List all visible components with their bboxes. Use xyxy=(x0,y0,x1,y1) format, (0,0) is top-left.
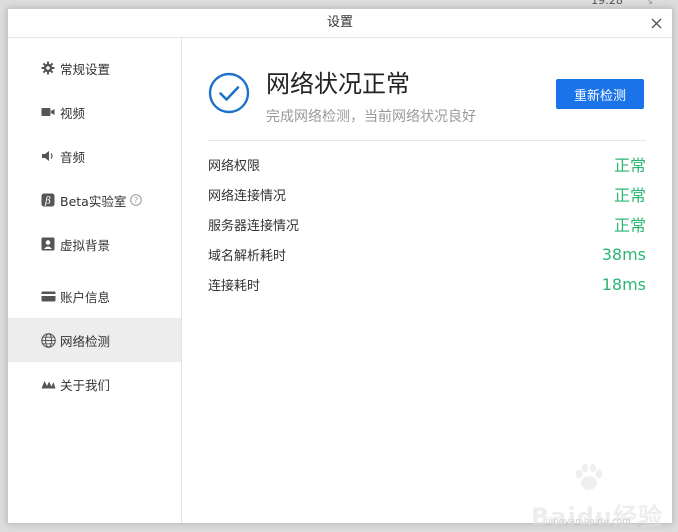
sidebar-item-label: 常规设置 xyxy=(60,61,111,77)
result-row-network-connection: 网络连接情况 正常 xyxy=(208,179,646,209)
sidebar-item-label: 视频 xyxy=(60,105,86,121)
svg-text:β: β xyxy=(44,196,51,207)
sidebar-item-label: 网络检测 xyxy=(60,333,111,349)
result-row-server-connection: 服务器连接情况 正常 xyxy=(208,209,646,239)
globe-icon xyxy=(40,332,56,348)
window-title: 设置 xyxy=(326,15,353,30)
result-value: 18ms xyxy=(601,274,646,294)
sidebar-item-general[interactable]: 常规设置 xyxy=(8,46,181,90)
logo-icon xyxy=(40,376,56,392)
network-status-subtitle: 完成网络检测，当前网络状况良好 xyxy=(266,109,476,125)
speaker-icon xyxy=(40,148,56,164)
camera-icon xyxy=(40,104,56,120)
result-value: 正常 xyxy=(613,156,646,175)
paw-icon xyxy=(575,463,603,490)
sidebar-item-label: 音频 xyxy=(60,149,86,165)
check-circle-icon xyxy=(208,72,250,114)
background-expand-icon: ⤡ xyxy=(644,0,652,6)
settings-window: 设置 常规设置 视频 音频 β Beta实验室 ? 虚拟背景 账户信息 网络检测… xyxy=(7,8,673,531)
result-value: 正常 xyxy=(613,186,646,205)
result-label: 网络连接情况 xyxy=(208,188,287,204)
help-icon[interactable]: ? xyxy=(130,194,143,206)
sidebar-item-label: 关于我们 xyxy=(60,377,111,393)
result-label: 网络权限 xyxy=(208,158,261,174)
sidebar: 常规设置 视频 音频 β Beta实验室 ? 虚拟背景 账户信息 网络检测 关于… xyxy=(8,38,182,523)
sidebar-item-about[interactable]: 关于我们 xyxy=(8,362,181,406)
portrait-icon xyxy=(40,236,56,252)
network-check-panel: 网络状况正常 完成网络检测，当前网络状况良好 重新检测 网络权限 正常 网络连接… xyxy=(182,38,672,523)
result-row-dns-time: 域名解析耗时 38ms xyxy=(208,239,646,269)
result-row-connect-time: 连接耗时 18ms xyxy=(208,269,646,299)
card-icon xyxy=(40,288,56,304)
result-value: 正常 xyxy=(613,216,646,235)
beta-icon: β xyxy=(40,192,56,208)
network-status-title: 网络状况正常 xyxy=(266,70,410,98)
svg-text:?: ? xyxy=(134,196,138,205)
title-bar: 设置 xyxy=(8,9,672,38)
background-clock: 19:28 xyxy=(591,0,623,7)
sidebar-item-account[interactable]: 账户信息 xyxy=(8,274,181,318)
sidebar-item-label: 虚拟背景 xyxy=(60,237,111,253)
sidebar-item-label: 账户信息 xyxy=(60,289,111,305)
result-label: 域名解析耗时 xyxy=(208,248,287,264)
recheck-button[interactable]: 重新检测 xyxy=(556,79,644,109)
result-row-network-permission: 网络权限 正常 xyxy=(208,149,646,179)
sidebar-item-network-check[interactable]: 网络检测 xyxy=(8,318,181,362)
gear-icon xyxy=(40,60,56,76)
result-label: 服务器连接情况 xyxy=(208,218,300,234)
result-label: 连接耗时 xyxy=(208,278,261,294)
divider xyxy=(208,140,646,141)
watermark-url: jingyan.baidu.com xyxy=(548,517,632,527)
close-button[interactable] xyxy=(646,13,666,33)
sidebar-item-label: Beta实验室 xyxy=(60,193,127,209)
sidebar-item-video[interactable]: 视频 xyxy=(8,90,181,134)
watermark: Baidu经验 xyxy=(528,461,668,531)
close-icon xyxy=(651,18,661,28)
sidebar-item-audio[interactable]: 音频 xyxy=(8,134,181,178)
sidebar-item-virtual-background[interactable]: 虚拟背景 xyxy=(8,222,181,266)
result-value: 38ms xyxy=(601,244,646,264)
sidebar-item-beta-lab[interactable]: β Beta实验室 ? xyxy=(8,178,181,222)
